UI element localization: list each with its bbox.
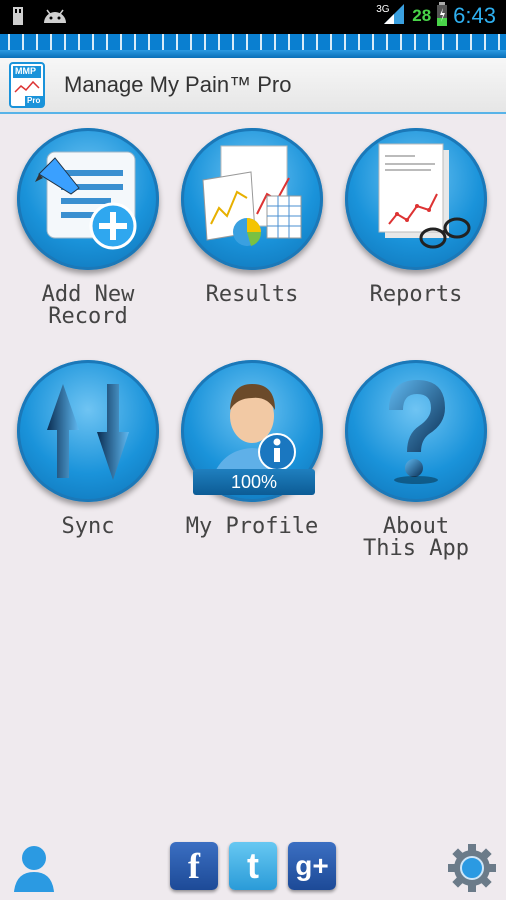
- about-label-line2: This App: [363, 536, 469, 561]
- results-label: Results: [205, 282, 299, 307]
- question-mark-icon: [389, 380, 445, 484]
- user-icon[interactable]: [10, 842, 58, 898]
- results-charts-icon: [202, 145, 302, 246]
- twitter-button[interactable]: t: [229, 842, 277, 890]
- spiral-binding-decoration: [0, 34, 506, 58]
- logo-text: MMP: [15, 66, 36, 76]
- facebook-icon: f: [188, 846, 200, 886]
- add-new-record-label-line2: Record: [48, 304, 128, 329]
- reports-button[interactable]: Reports: [341, 128, 491, 306]
- add-new-record-label-line1: Add New: [41, 282, 135, 307]
- facebook-button[interactable]: f: [170, 842, 218, 890]
- status-bar: 3G 28 6:43: [0, 0, 506, 34]
- add-record-icon: [35, 151, 137, 250]
- logo-badge: Pro: [27, 96, 41, 105]
- google-plus-icon: g+: [295, 850, 329, 881]
- report-icon: [378, 143, 471, 249]
- sync-button[interactable]: Sync: [13, 360, 163, 538]
- reports-label: Reports: [369, 282, 463, 307]
- twitter-icon: t: [247, 845, 259, 886]
- app-logo-icon[interactable]: MMP Pro: [9, 62, 45, 108]
- about-this-app-button[interactable]: About This App: [341, 360, 491, 560]
- sd-card-icon: [10, 6, 26, 30]
- results-button[interactable]: Results: [177, 128, 327, 306]
- sync-arrows-icon: [47, 384, 129, 480]
- battery-icon: [437, 2, 448, 30]
- bottom-bar: f t g+: [0, 838, 506, 900]
- clock: 6:43: [453, 3, 496, 28]
- sync-label: Sync: [61, 514, 115, 539]
- app-title: Manage My Pain™ Pro: [64, 72, 292, 97]
- my-profile-button[interactable]: My Profile: [177, 360, 327, 538]
- android-icon: [42, 7, 68, 29]
- signal-icon: 3G: [376, 2, 406, 30]
- add-new-record-button[interactable]: Add New Record: [13, 128, 163, 328]
- about-label-line1: About: [382, 514, 450, 539]
- network-type: 3G: [376, 4, 390, 15]
- battery-level: 28: [412, 6, 432, 25]
- google-plus-button[interactable]: g+: [288, 842, 336, 890]
- my-profile-label: My Profile: [185, 514, 319, 539]
- action-bar: MMP Pro Manage My Pain™ Pro: [0, 58, 506, 114]
- settings-gear-icon[interactable]: [446, 842, 498, 898]
- profile-completion-bar: 100%: [193, 469, 315, 495]
